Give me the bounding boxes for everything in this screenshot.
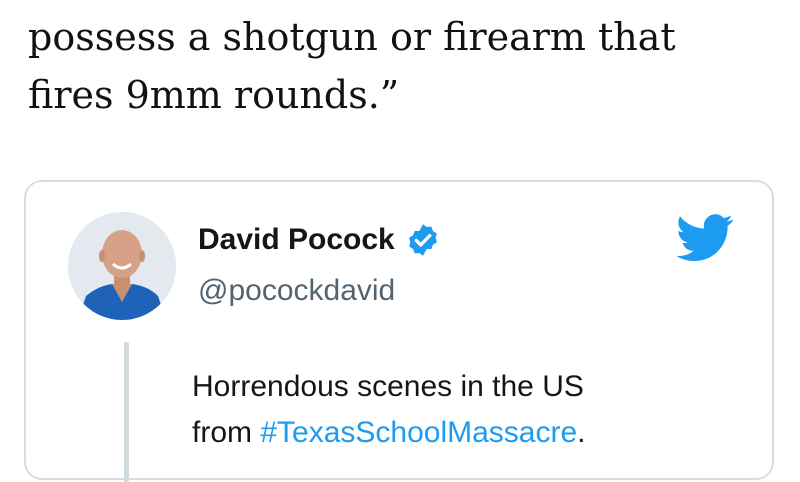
tweet-text-line: Horrendous scenes in the US [192, 370, 584, 403]
tweet-text-suffix: . [577, 416, 586, 449]
author-name-row[interactable]: David Pocock [198, 222, 441, 258]
verified-badge-icon [408, 224, 437, 256]
embedded-tweet-card[interactable]: David Pocock @pocockdavid Horrendous sce… [24, 180, 774, 482]
tweet-text-line: from #TexasSchoolMassacre. [192, 410, 732, 456]
article-line: possess a shotgun or firearm that [28, 15, 676, 59]
hashtag-link[interactable]: #TexasSchoolMassacre [260, 416, 577, 449]
tweet-text: Horrendous scenes in the US from #TexasS… [192, 364, 732, 456]
article-text: possess a shotgun or firearm that fires … [28, 8, 788, 124]
author-name[interactable]: David Pocock [198, 223, 395, 257]
avatar[interactable] [68, 212, 176, 320]
thread-line [124, 342, 129, 482]
avatar-image [68, 212, 176, 320]
author-handle[interactable]: @pocockdavid [198, 274, 395, 308]
tweet-text-prefix: from [192, 416, 261, 449]
twitter-bird-icon[interactable] [676, 214, 734, 262]
article-line: fires 9mm rounds.” [28, 73, 400, 117]
